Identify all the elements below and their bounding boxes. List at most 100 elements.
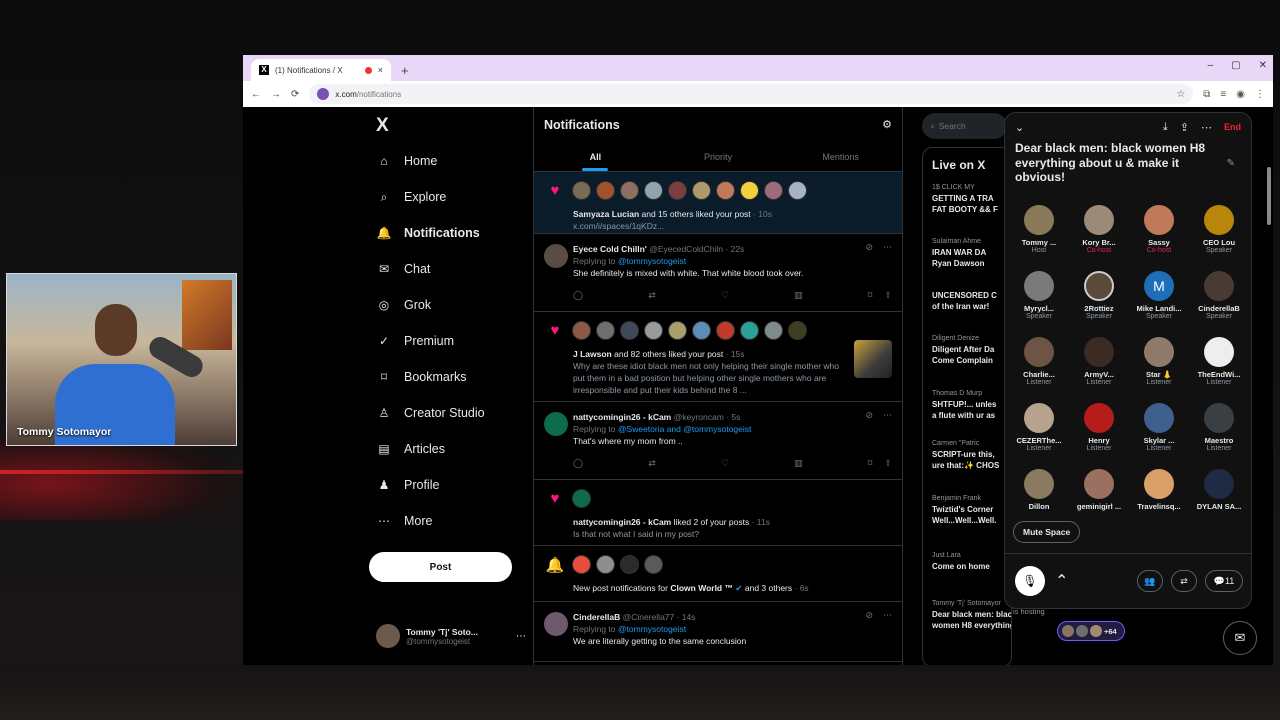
live-space-item[interactable]: Tommy 'Tj' Sotomayor Dear black men: blac… [932, 598, 1011, 631]
search-input[interactable]: ⌕ Search [922, 113, 1007, 139]
nav-more[interactable]: ⋯ More [376, 513, 432, 529]
live-space-item[interactable]: Diligent Denize Diligent After Da Come Com… [932, 333, 1011, 366]
like-icon[interactable]: ♡ [721, 458, 729, 469]
avatar[interactable] [572, 555, 591, 574]
live-space-item[interactable]: Just Lara Come on home [932, 550, 1011, 572]
actor-name[interactable]: Clown World ™ [670, 583, 733, 593]
more-dots-icon[interactable]: ⋯ [1201, 121, 1212, 134]
nav-explore[interactable]: ⌕ Explore [376, 189, 447, 205]
participant[interactable]: Star 👃 Listener [1129, 337, 1189, 403]
nav-profile[interactable]: ♟ Profile [376, 477, 440, 493]
scrollbar[interactable] [1267, 167, 1271, 225]
nav-notifications[interactable]: 🔔 Notifications [376, 225, 480, 241]
nav-home[interactable]: ⌂ Home [376, 153, 437, 169]
nav-premium[interactable]: ✓ Premium [376, 333, 454, 349]
nav-bookmarks[interactable]: ⌑ Bookmarks [376, 369, 467, 385]
bookmark-icon[interactable]: ⌑ [868, 290, 873, 301]
tab-priority[interactable]: Priority [657, 142, 780, 171]
participant[interactable]: Charlie... Listener [1009, 337, 1069, 403]
live-space-item[interactable]: 1$ CLICK MY GETTING A TRA FAT BOOTY && F [932, 182, 1011, 215]
author-name[interactable]: Eyece Cold Chilln' [573, 244, 647, 254]
nav-chat[interactable]: ✉ Chat [376, 261, 430, 277]
list-item[interactable]: 🔔 New post notifications for Clown World… [534, 546, 902, 602]
bookmark-star-icon[interactable]: ☆ [1176, 89, 1185, 100]
comments-button[interactable]: 💬 11 [1205, 570, 1243, 592]
reply-icon[interactable]: ◯ [573, 290, 583, 301]
avatar[interactable] [788, 321, 807, 340]
avatar[interactable] [596, 555, 615, 574]
account-switcher[interactable]: Tommy 'Tj' Soto... @tommysotogeist ⋯ [376, 619, 526, 653]
avatar[interactable] [644, 181, 663, 200]
avatar[interactable] [620, 321, 639, 340]
reply-icon[interactable]: ◯ [573, 458, 583, 469]
participant[interactable]: Maestro Listener [1189, 403, 1249, 469]
table-row[interactable]: ⊘ ⋯ nattycomingin26 - kCam @keyroncam · 5… [534, 402, 902, 480]
avatar[interactable] [572, 181, 591, 200]
participant[interactable]: M Mike Landi... Speaker [1129, 271, 1189, 337]
chevron-down-icon[interactable]: ⌄ [1015, 121, 1024, 134]
more-dots-icon[interactable]: ⋯ [516, 631, 526, 642]
site-info-icon[interactable] [317, 88, 330, 100]
space-link[interactable]: x.com/i/spaces/1qKDz... [573, 221, 664, 231]
avatar[interactable] [764, 181, 783, 200]
mention-link[interactable]: @tommysotogeist [618, 624, 686, 634]
participant[interactable]: 2Rottiez Speaker [1069, 271, 1129, 337]
participant[interactable]: CEZERThe... Listener [1009, 403, 1069, 469]
avatar[interactable] [668, 321, 687, 340]
list-item[interactable]: ♥ Samyaza Lucian and 15 others liked you… [534, 172, 902, 234]
avatar[interactable] [572, 489, 591, 508]
microphone-icon[interactable]: 🎙 [1015, 566, 1045, 596]
avatar[interactable] [544, 412, 568, 436]
live-space-item[interactable]: Benjamin Frank Twiztid's Corner Well...Wel… [932, 493, 1011, 526]
mention-link[interactable]: @Sweetoria and @tommysotogeist [618, 424, 751, 434]
minimize-button[interactable]: – [1208, 60, 1214, 71]
live-space-item[interactable]: Thomas D Murp SHTFUP!... unles a flute wit… [932, 388, 1011, 421]
nav-grok[interactable]: ◎ Grok [376, 297, 431, 313]
avatar[interactable] [692, 181, 711, 200]
like-icon[interactable]: ♡ [721, 290, 729, 301]
avatar[interactable] [716, 321, 735, 340]
repost-icon[interactable]: ⇄ [1171, 570, 1197, 592]
avatar[interactable] [596, 321, 615, 340]
share-icon[interactable]: ⇪ [884, 290, 892, 301]
bookmark-icon[interactable]: ⌑ [868, 458, 873, 469]
table-row[interactable]: ⊘ ⋯ CinderellaB @Cinerella77 · 14s Replyi… [534, 602, 902, 662]
views-icon[interactable]: ▥ [794, 458, 803, 469]
avatar[interactable] [596, 181, 615, 200]
avatar[interactable] [668, 181, 687, 200]
end-space-button[interactable]: End [1224, 122, 1241, 132]
author-name[interactable]: CinderellaB [573, 612, 620, 622]
actor-name[interactable]: Samyaza Lucian [573, 209, 639, 219]
participant[interactable]: DYLAN SA... [1189, 469, 1249, 535]
new-tab-button[interactable]: + [401, 63, 409, 78]
live-space-item[interactable]: Sulaiman Ahme IRAN WAR DA Ryan Dawson [932, 236, 1011, 269]
participant[interactable]: CinderellaB Speaker [1189, 271, 1249, 337]
avatar[interactable] [544, 612, 568, 636]
participant[interactable]: Tommy ... Host [1009, 205, 1069, 271]
share-icon[interactable]: ⇪ [884, 458, 892, 469]
tab-mentions[interactable]: Mentions [779, 142, 902, 171]
avatar[interactable] [740, 321, 759, 340]
menu-icon[interactable]: ⋮ [1255, 89, 1265, 100]
participant[interactable]: CEO Lou Speaker [1189, 205, 1249, 271]
extensions-icon[interactable]: ⧉ [1203, 89, 1210, 100]
avatar[interactable] [644, 321, 663, 340]
participant[interactable]: Myrycl... Speaker [1009, 271, 1069, 337]
url-field[interactable]: x.com/notifications ☆ [309, 84, 1194, 104]
table-row[interactable]: ⊘ ⋯ Eyece Cold Chilln' @EyecedColdChiln ·… [534, 234, 902, 312]
avatar[interactable] [572, 321, 591, 340]
participant[interactable]: Sassy Co-host [1129, 205, 1189, 271]
pencil-icon[interactable]: ✎ [1227, 157, 1235, 172]
share-icon[interactable]: ⇪ [1180, 121, 1189, 134]
nav-articles[interactable]: ▤ Articles [376, 441, 445, 457]
live-space-item[interactable]: UNCENSORED C of the Iran war! [932, 290, 1011, 312]
profile-icon[interactable]: ◉ [1236, 89, 1245, 100]
author-name[interactable]: nattycomingin26 - kCam [573, 412, 671, 422]
avatar[interactable] [644, 555, 663, 574]
views-icon[interactable]: ▥ [794, 290, 803, 301]
participant[interactable]: Kory Br... Co-host [1069, 205, 1129, 271]
space-listeners-badge[interactable]: +64 [1057, 621, 1125, 641]
tab-close-button[interactable]: × [378, 65, 383, 75]
actor-name[interactable]: nattycomingin26 - kCam [573, 517, 671, 527]
people-icon[interactable]: 👥 [1137, 570, 1163, 592]
